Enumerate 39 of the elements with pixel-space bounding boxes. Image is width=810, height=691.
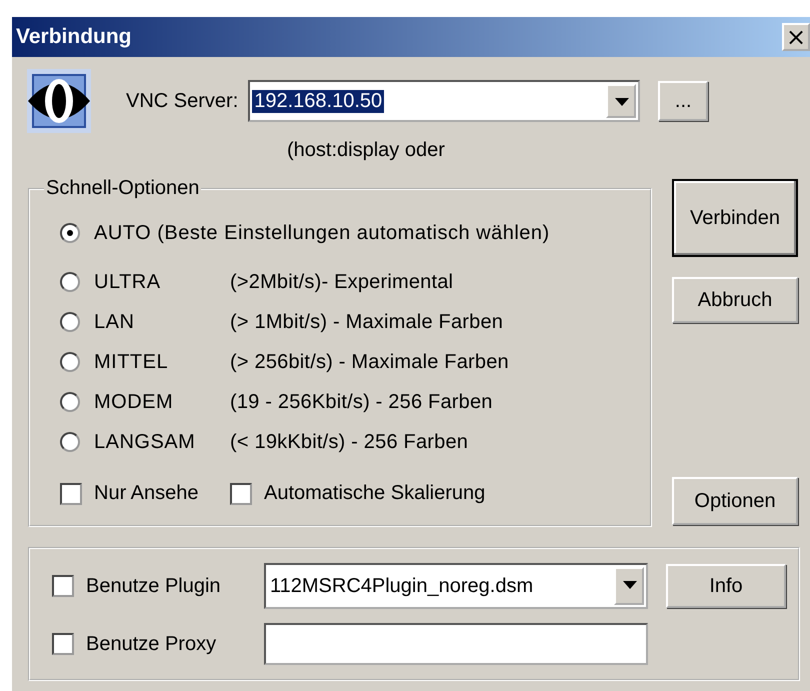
mode-label[interactable]: MODEM [94, 390, 230, 414]
dialog-button[interactable]: Optionen [672, 477, 798, 525]
mode-label[interactable]: MITTEL [94, 350, 230, 374]
eye-icon [25, 67, 93, 135]
plugin-combo[interactable]: 112MSRC4Plugin_noreg.dsm [264, 563, 648, 609]
server-label: VNC Server: [126, 90, 238, 112]
checkbox[interactable] [230, 482, 252, 504]
checkbox-label[interactable]: Benutze Plugin [86, 574, 264, 598]
mode-description: (> 1Mbit/s) - Maximale Farben [230, 310, 504, 334]
window-title: Verbindung [16, 25, 132, 49]
mode-description: (>2Mbit/s)- Experimental [230, 270, 454, 294]
radio-button[interactable] [60, 352, 80, 372]
mode-description: (< 19kKbit/s) - 256 Farben [230, 430, 468, 454]
radio-button[interactable] [60, 272, 80, 292]
server-combo[interactable]: 192.168.10.50 [248, 80, 640, 122]
dialog-button[interactable]: Verbinden [672, 179, 798, 257]
mode-label[interactable]: LANGSAM [94, 430, 230, 454]
radio-button[interactable] [60, 223, 80, 243]
radio-button[interactable] [60, 392, 80, 412]
checkbox[interactable] [60, 482, 82, 504]
mode-label[interactable]: AUTO (Beste Einstellungen automatisch wählen) [94, 222, 550, 244]
checkbox[interactable] [52, 633, 74, 655]
server-hint: (host:display oder [287, 139, 446, 163]
close-button[interactable]: × [782, 23, 810, 51]
mode-description: (> 256bit/s) - Maximale Farben [230, 350, 509, 374]
info-button[interactable]: Info [666, 564, 786, 608]
mode-description: (19 - 256Kbit/s) - 256 Farben [230, 390, 493, 414]
checkbox-label[interactable]: Nur Ansehe [94, 482, 199, 505]
dialog-button[interactable]: Abbruch [672, 277, 798, 323]
proxy-field[interactable] [264, 623, 648, 665]
radio-button[interactable] [60, 432, 80, 452]
checkbox-label[interactable]: Benutze Proxy [86, 632, 264, 656]
browse-button[interactable]: ... [658, 81, 708, 121]
checkbox[interactable] [52, 575, 74, 597]
mode-label[interactable]: ULTRA [94, 270, 230, 294]
checkbox-label[interactable]: Automatische Skalierung [264, 482, 486, 505]
group-label: Schnell-Optionen [45, 177, 200, 200]
radio-button[interactable] [60, 312, 80, 332]
mode-label[interactable]: LAN [94, 310, 230, 334]
